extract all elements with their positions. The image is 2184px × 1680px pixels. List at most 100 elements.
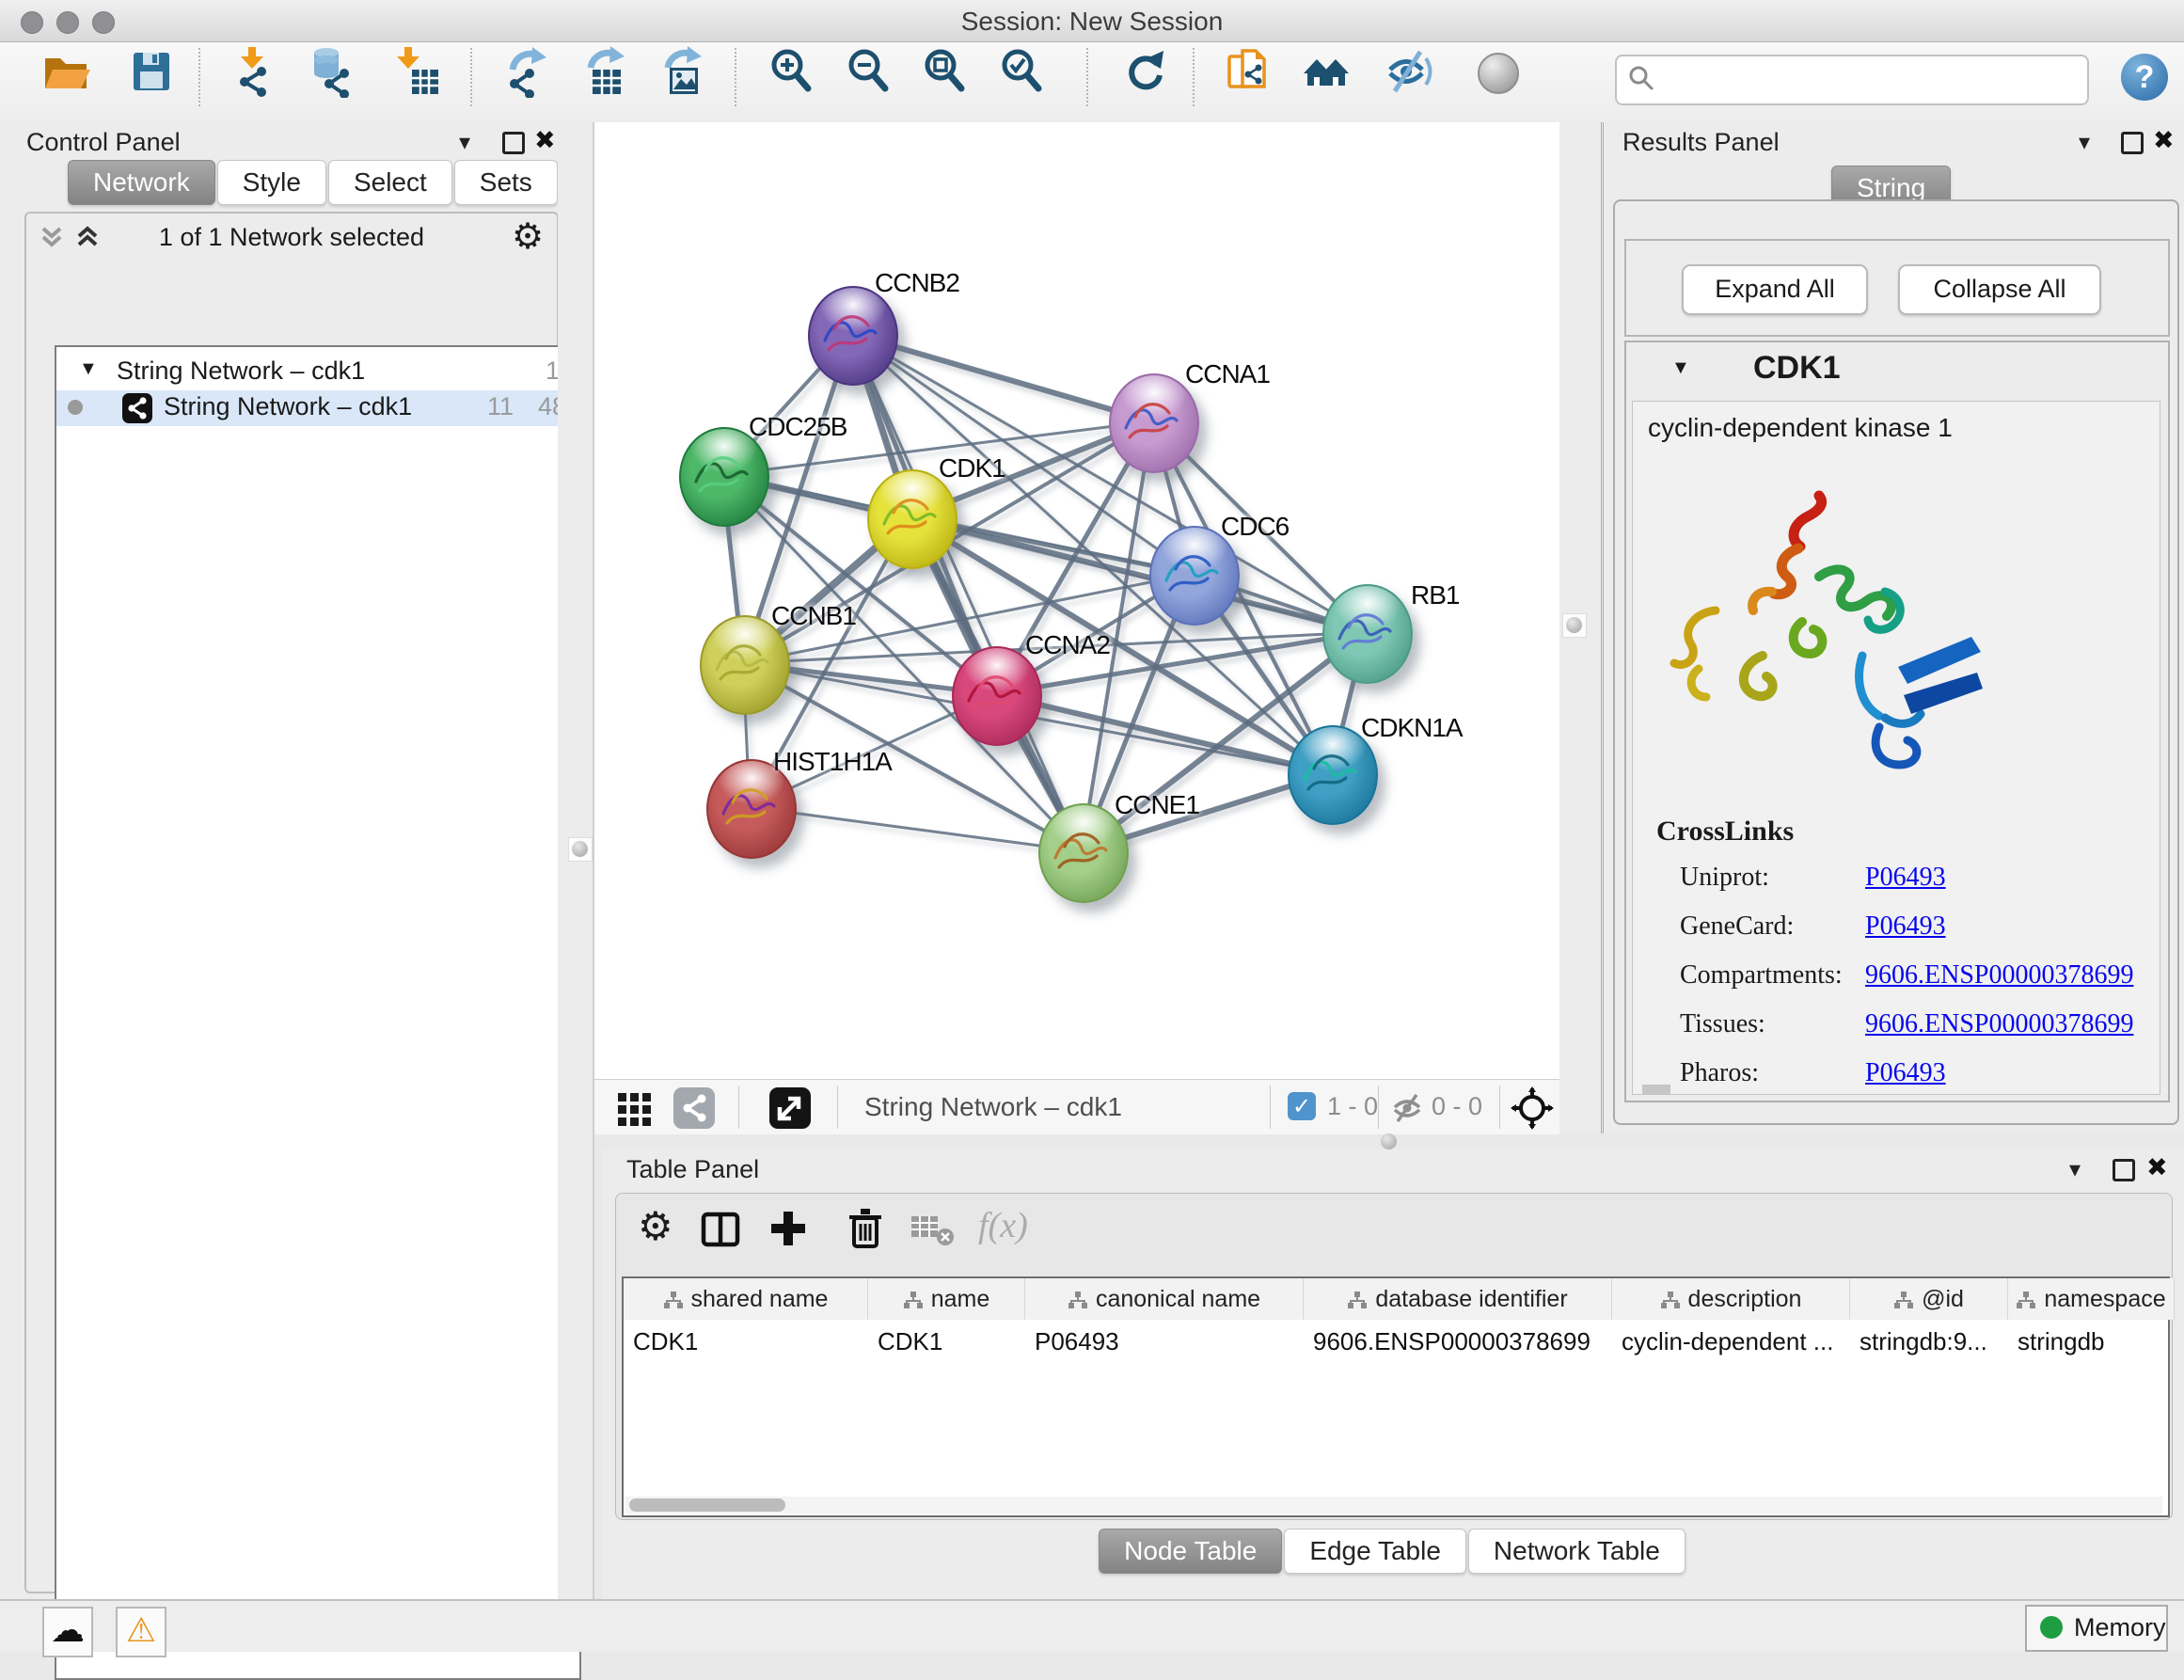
search-input[interactable] (1662, 60, 2080, 98)
crosslink-link[interactable]: 9606.ENSP00000378699 (1865, 960, 2133, 991)
control-panel-menu-icon[interactable]: ▾ (459, 129, 470, 156)
delete-column-icon[interactable] (844, 1205, 887, 1252)
graphics-details-icon[interactable] (1383, 45, 1435, 98)
import-network-database-icon[interactable] (303, 45, 356, 98)
network-node-ccnb2[interactable] (808, 286, 898, 386)
tab-sets[interactable]: Sets (454, 160, 558, 205)
node-label-ccne1: CCNE1 (1115, 790, 1199, 820)
zoom-out-icon[interactable] (843, 45, 895, 98)
birdseye-view-icon[interactable] (1470, 45, 1523, 98)
tab-node-table[interactable]: Node Table (1099, 1529, 1282, 1574)
collection-label: String Network – cdk1 (117, 357, 365, 386)
zoom-selected-icon[interactable] (996, 45, 1049, 98)
toolbar-separator (1499, 1086, 1500, 1129)
import-network-file-icon[interactable] (229, 45, 282, 98)
column-header-namespace[interactable]: namespace (2008, 1278, 2175, 1320)
status-bar: ☁ ⚠ Memory (0, 1599, 2184, 1652)
grid-view-icon[interactable] (614, 1087, 656, 1129)
table-cell: CDK1 (624, 1322, 867, 1359)
fit-crosshair-icon[interactable] (1511, 1086, 1554, 1130)
open-session-icon[interactable] (40, 45, 92, 98)
crosslink-label: Compartments: (1680, 960, 1843, 991)
zoom-in-icon[interactable] (766, 45, 818, 98)
node-label-hist1h1a: HIST1H1A (773, 747, 892, 777)
column-header-id[interactable]: @id (1850, 1278, 2008, 1320)
column-header-name[interactable]: name (868, 1278, 1025, 1320)
expand-all-button[interactable]: Expand All (1682, 264, 1868, 315)
results-panel: Results Panel ▾ ✖ String Expand All Coll… (1601, 122, 2184, 1133)
search-box (1615, 55, 2089, 105)
control-panel-close-icon[interactable]: ✖ (534, 126, 556, 155)
horizontal-splitter[interactable] (594, 1133, 2184, 1149)
tab-network[interactable]: Network (68, 160, 215, 205)
save-session-icon[interactable] (124, 45, 177, 98)
collection-expander-icon[interactable]: ▼ (79, 358, 98, 380)
right-splitter[interactable] (1559, 122, 1601, 1133)
hidden-counts: 0 - 0 (1432, 1092, 1482, 1121)
selected-counts: 1 - 0 (1327, 1092, 1378, 1121)
right-splitter-handle[interactable] (1562, 613, 1587, 638)
toolbar-separator (470, 48, 472, 106)
column-type-icon (1660, 1291, 1681, 1309)
results-panel-title: Results Panel (1622, 128, 1780, 157)
table-panel-float-icon[interactable] (2113, 1159, 2135, 1181)
column-type-icon (2016, 1291, 2036, 1309)
table-panel-close-icon[interactable]: ✖ (2146, 1153, 2168, 1182)
left-splitter[interactable] (558, 122, 594, 1599)
crosslink-link[interactable]: 9606.ENSP00000378699 (1865, 1009, 2133, 1039)
control-panel-title: Control Panel (26, 128, 181, 157)
show-columns-icon[interactable] (699, 1209, 742, 1250)
create-column-icon[interactable] (767, 1207, 810, 1250)
import-table-icon[interactable] (391, 45, 444, 98)
open-view-in-window-icon[interactable] (769, 1087, 811, 1129)
entry-expander-icon[interactable]: ▼ (1671, 357, 1690, 379)
tab-select[interactable]: Select (328, 160, 452, 205)
network-node-cdk1[interactable] (867, 469, 957, 569)
export-table-icon[interactable] (579, 45, 632, 98)
network-node-rb1[interactable] (1322, 584, 1413, 684)
tab-style[interactable]: Style (217, 160, 326, 205)
crosslink-label: GeneCard: (1680, 911, 1794, 942)
column-header-description[interactable]: description (1612, 1278, 1850, 1320)
results-panel-close-icon[interactable]: ✖ (2153, 126, 2175, 155)
column-header-databaseidentifier[interactable]: database identifier (1304, 1278, 1612, 1320)
string-view-icon[interactable] (673, 1087, 715, 1129)
entry-description: cyclin-dependent kinase 1 (1648, 413, 1953, 443)
network-row[interactable]: String Network – cdk1 11 48 (56, 390, 579, 426)
crosslink-link[interactable]: P06493 (1865, 911, 1946, 942)
table-hscrollbar-thumb[interactable] (629, 1498, 785, 1512)
collapse-all-button[interactable]: Collapse All (1898, 264, 2101, 315)
table-options-gear-icon[interactable]: ⚙ (638, 1203, 673, 1249)
network-canvas[interactable]: CCNB2CCNA1CDC25BCDK1CDC6RB1CCNB1CCNA2CDK… (594, 122, 1559, 1079)
table-panel-menu-icon[interactable]: ▾ (2069, 1156, 2081, 1183)
results-panel-float-icon[interactable] (2121, 132, 2144, 154)
memory-button[interactable]: Memory (2025, 1605, 2168, 1652)
zoom-fit-icon[interactable] (919, 45, 972, 98)
left-splitter-handle[interactable] (568, 837, 593, 862)
apply-layout-icon[interactable] (1118, 45, 1171, 98)
home-icon[interactable] (1300, 45, 1353, 98)
results-panel-menu-icon[interactable]: ▾ (2079, 129, 2090, 156)
table-cell: stringdb (2008, 1322, 2174, 1359)
crosslink-link[interactable]: P06493 (1865, 1058, 1946, 1088)
control-panel-float-icon[interactable] (502, 132, 525, 154)
results-scrollbar-fragment[interactable] (1642, 1085, 1670, 1094)
export-image-icon[interactable] (657, 45, 709, 98)
protein-squiggle-icon (810, 288, 896, 384)
column-type-icon (663, 1291, 684, 1309)
hidden-items-eye-icon[interactable] (1390, 1091, 1424, 1125)
selected-checkbox[interactable]: ✓ (1288, 1092, 1316, 1120)
protein-squiggle-icon (1324, 586, 1411, 682)
tab-edge-table[interactable]: Edge Table (1284, 1529, 1466, 1574)
network-node-ccna2[interactable] (952, 646, 1042, 746)
column-type-icon (1068, 1291, 1088, 1309)
help-icon[interactable]: ? (2121, 54, 2168, 101)
network-options-gear-icon[interactable]: ⚙ (512, 215, 544, 257)
crosslink-link[interactable]: P06493 (1865, 863, 1946, 893)
column-header-canonicalname[interactable]: canonical name (1025, 1278, 1304, 1320)
share-session-icon[interactable] (1223, 45, 1275, 98)
tab-network-table[interactable]: Network Table (1468, 1529, 1685, 1574)
column-header-sharedname[interactable]: shared name (624, 1278, 868, 1320)
network-collection-row[interactable]: ▼ String Network – cdk1 1 (56, 355, 579, 390)
export-network-icon[interactable] (501, 45, 554, 98)
